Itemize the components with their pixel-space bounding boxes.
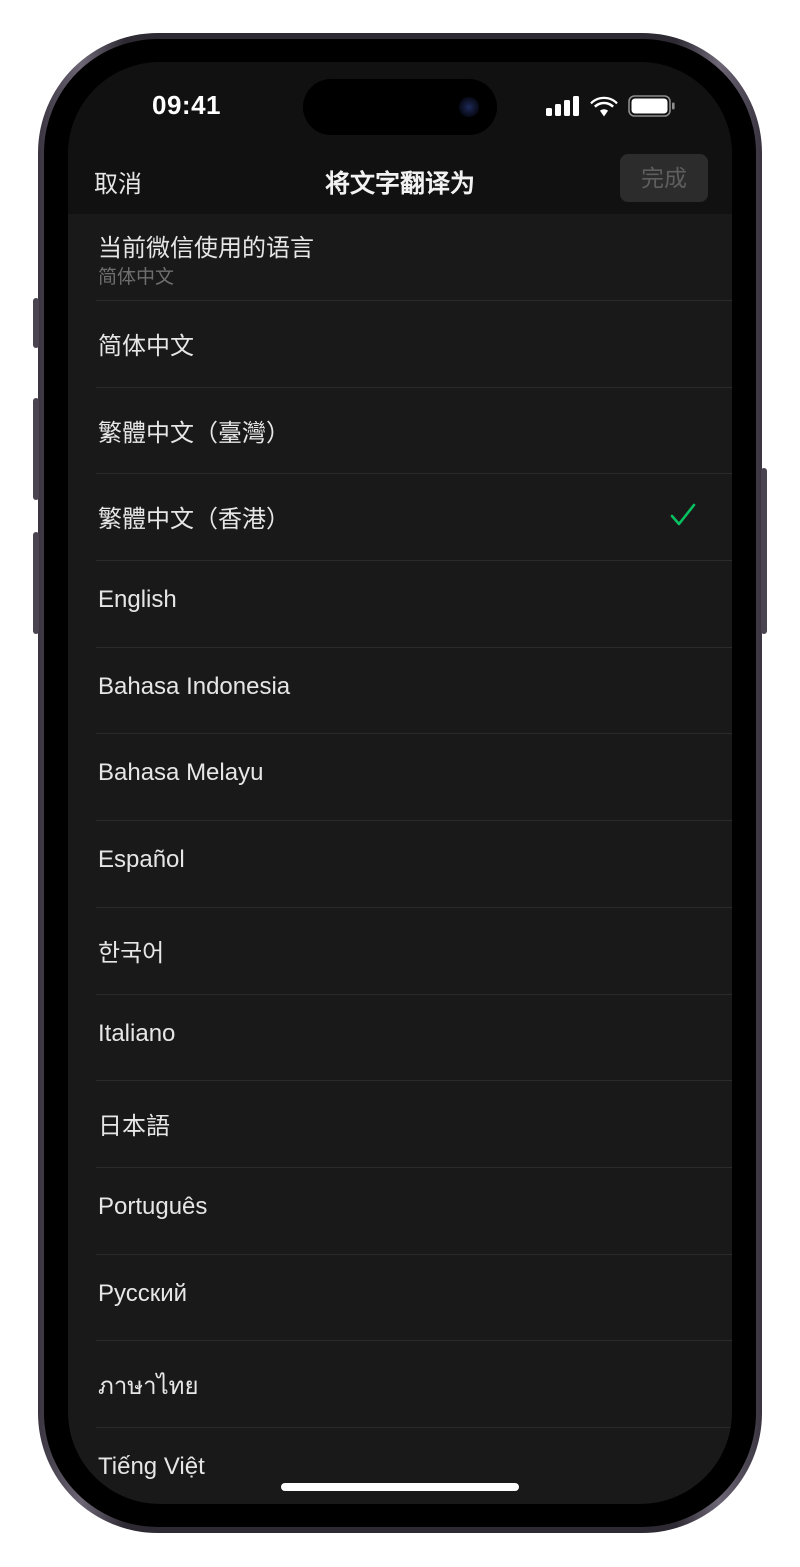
current-language-title: 当前微信使用的语言 (98, 235, 314, 262)
row-divider (96, 300, 732, 301)
language-row[interactable]: 繁體中文（香港） (68, 473, 732, 560)
language-label: Русский (98, 1279, 188, 1307)
language-row[interactable]: Tiếng Việt (68, 1426, 732, 1504)
row-divider (96, 386, 732, 388)
language-row[interactable]: English (68, 560, 732, 647)
row-divider (96, 560, 732, 562)
volume-up-button (33, 398, 39, 500)
front-camera-icon (459, 97, 479, 117)
row-divider (96, 1166, 732, 1168)
row-divider (96, 993, 732, 995)
language-list: 当前微信使用的语言 简体中文 简体中文繁體中文（臺灣） 繁體中文（香港） Engli… (68, 214, 732, 1504)
row-divider (96, 820, 732, 822)
row-divider (96, 1080, 732, 1082)
row-divider (96, 473, 732, 475)
screen: 09:41 取消 将文字翻译为 完成 当前微信使用的语言 简体中文 简体中文 繁… (68, 62, 732, 1504)
wifi-icon (590, 96, 618, 116)
row-divider (96, 1253, 732, 1255)
status-bar: 09:41 (68, 62, 732, 152)
checkmark-icon (670, 504, 696, 526)
language-row[interactable]: ภาษาไทย (68, 1340, 732, 1427)
language-label: English (98, 586, 177, 614)
done-button[interactable]: 完成 (620, 154, 708, 202)
row-divider (96, 906, 732, 908)
language-label: ภาษาไทย (98, 1373, 199, 1401)
language-row[interactable]: Español (68, 820, 732, 907)
status-icons (546, 94, 676, 118)
action-button (33, 298, 39, 348)
power-button (761, 468, 767, 634)
language-row[interactable]: Русский (68, 1253, 732, 1341)
language-row[interactable]: 简体中文 (68, 300, 732, 387)
language-label: Português (98, 1192, 208, 1220)
home-indicator[interactable] (281, 1483, 519, 1491)
battery-icon (628, 95, 675, 117)
language-row[interactable]: 한국어 (68, 906, 732, 994)
language-label: 日本語 (98, 1113, 170, 1141)
language-row[interactable]: Bahasa Melayu (68, 733, 732, 820)
language-row[interactable]: Bahasa Indonesia (68, 646, 732, 734)
row-divider (96, 646, 732, 648)
language-row[interactable]: 日本語 (68, 1080, 732, 1167)
dynamic-island (303, 79, 497, 135)
language-label: 繁體中文（香港） (98, 506, 290, 534)
current-language-value: 简体中文 (98, 267, 175, 288)
language-label: Tiếng Việt (98, 1452, 205, 1480)
language-label: Español (98, 846, 185, 874)
volume-down-button (33, 532, 39, 634)
language-label: 简体中文 (98, 333, 194, 360)
language-label: 한국어 (98, 939, 165, 967)
language-label: Italiano (98, 1019, 176, 1047)
row-divider (96, 1426, 732, 1428)
row-divider (96, 1340, 732, 1342)
row-divider (96, 733, 732, 735)
language-row[interactable]: Português (68, 1166, 732, 1254)
status-time: 09:41 (152, 90, 221, 120)
language-label: 繁體中文（臺灣） (98, 419, 290, 447)
current-language-row[interactable]: 当前微信使用的语言 简体中文 (68, 214, 732, 300)
cellular-signal-icon (546, 96, 579, 116)
language-label: Bahasa Indonesia (98, 672, 291, 700)
language-row[interactable]: 繁體中文（臺灣） (68, 386, 732, 474)
language-row[interactable]: Italiano (68, 993, 732, 1081)
language-label: Bahasa Melayu (98, 759, 264, 787)
language-rows: 简体中文繁體中文（臺灣） 繁體中文（香港） English Bahasa Indone… (68, 300, 732, 1504)
navigation-bar: 取消 将文字翻译为 完成 (68, 152, 732, 214)
